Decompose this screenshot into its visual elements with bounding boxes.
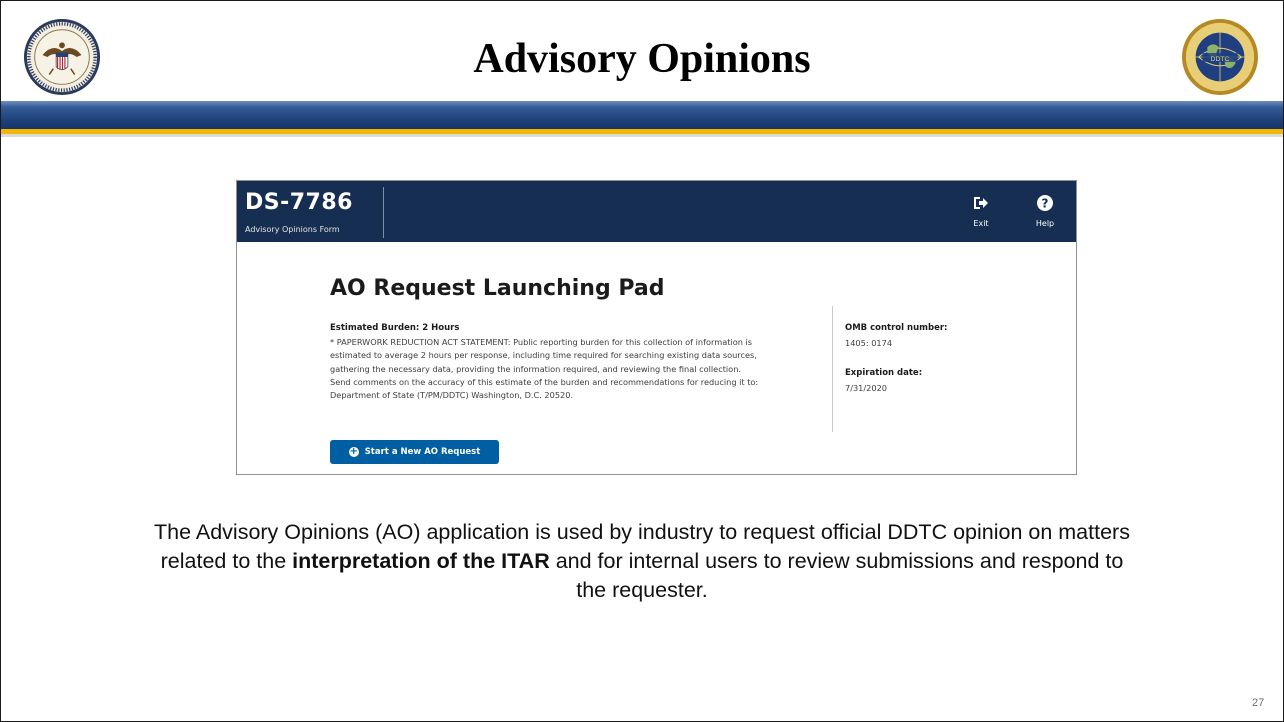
exit-button[interactable]: Exit (961, 195, 1001, 228)
statement-line: estimated to average 2 hours per respons… (330, 350, 757, 361)
exit-icon (974, 197, 988, 209)
paperwork-statement: * PAPERWORK REDUCTION ACT STATEMENT: Pub… (330, 336, 822, 402)
exit-label: Exit (973, 219, 989, 228)
header-divider (383, 187, 384, 238)
help-icon: ? (1037, 195, 1053, 211)
page-title: AO Request Launching Pad (330, 276, 665, 301)
ao-app-window: DS-7786 Advisory Opinions Form Exit ? He… (236, 180, 1077, 475)
caption-text-2: and for internal users to review submiss… (549, 549, 1124, 602)
form-code: DS-7786 (245, 190, 353, 215)
ddtc-seal-icon: DDTC (1181, 18, 1259, 96)
title-band (1, 101, 1283, 129)
slide-caption: The Advisory Opinions (AO) application i… (151, 518, 1133, 605)
statement-line: * PAPERWORK REDUCTION ACT STATEMENT: Pub… (330, 337, 753, 347)
burden-heading: Estimated Burden: 2 Hours (330, 323, 460, 333)
expiration-value: 7/31/2020 (845, 383, 887, 393)
column-divider (832, 306, 833, 432)
plus-circle-icon: + (348, 446, 359, 457)
statement-line: Department of State (T/PM/DDTC) Washingt… (330, 390, 574, 401)
app-header: DS-7786 Advisory Opinions Form Exit ? He… (237, 181, 1076, 242)
svg-text:DDTC: DDTC (1211, 56, 1230, 63)
stripe-shadow (1, 134, 1283, 137)
omb-label: OMB control number: (845, 323, 948, 333)
help-label: Help (1035, 219, 1055, 228)
caption-bold-text: interpretation of the ITAR (292, 549, 550, 573)
omb-value: 1405: 0174 (845, 338, 893, 348)
help-button[interactable]: ? Help (1025, 195, 1065, 228)
page-number: 27 (1252, 697, 1265, 709)
start-ao-request-button[interactable]: + Start a New AO Request (330, 440, 499, 464)
start-button-label: Start a New AO Request (364, 447, 481, 457)
statement-line: Send comments on the accuracy of this es… (330, 376, 759, 387)
slide-title: Advisory Opinions (473, 36, 811, 82)
svg-text:?: ? (1042, 197, 1049, 211)
expiration-label: Expiration date: (845, 368, 923, 378)
form-subtitle: Advisory Opinions Form (245, 225, 340, 234)
slide: Advisory Opinions DDTC DS-7786 Advisory … (0, 0, 1284, 722)
statement-line: gathering the necessary data, providing … (330, 363, 741, 374)
